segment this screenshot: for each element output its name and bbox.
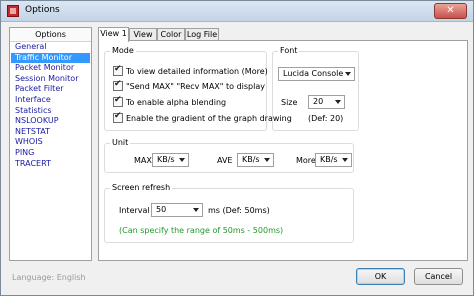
mode-option-detailed-info[interactable]: To view detailed information (More) — [113, 64, 268, 77]
tab-view-1[interactable]: View 1 — [98, 27, 129, 42]
checkbox-label: To enable alpha blending — [126, 97, 227, 107]
font-size-label: Size — [281, 98, 298, 107]
font-size-default-note: (Def: 20) — [308, 114, 344, 123]
font-family-select[interactable]: Lucida Console — [278, 67, 355, 81]
checkbox-detailed-info[interactable] — [113, 64, 123, 76]
unit-ave-label: AVE — [217, 156, 233, 165]
chevron-down-icon — [335, 100, 341, 104]
unit-max-label: MAX — [134, 156, 152, 165]
window-title: Options — [25, 5, 60, 15]
screen-refresh-group-label: Screen refresh — [110, 183, 173, 192]
unit-more-select[interactable]: KB/s — [315, 153, 352, 167]
chevron-down-icon — [193, 208, 199, 212]
unit-max-select[interactable]: KB/s — [152, 153, 189, 167]
sidebar-item-ping[interactable]: PING — [10, 148, 91, 159]
mode-group: Mode To view detailed information (More)… — [104, 46, 292, 131]
mode-option-graph-gradient[interactable]: Enable the gradient of the graph drawing — [113, 111, 292, 124]
chevron-down-icon — [342, 158, 348, 162]
sidebar-item-session-monitor[interactable]: Session Monitor — [10, 74, 91, 85]
sidebar-item-general[interactable]: General — [10, 42, 91, 53]
font-family-value: Lucida Console — [283, 69, 344, 78]
refresh-range-note: (Can specify the range of 50ms - 500ms) — [119, 226, 284, 235]
unit-ave-select[interactable]: KB/s — [237, 153, 274, 167]
options-sidebar: Options General Traffic Monitor Packet M… — [9, 27, 92, 261]
refresh-interval-select[interactable]: 50 — [151, 203, 203, 217]
cancel-button[interactable]: Cancel — [414, 268, 463, 285]
options-window: Options ✕ Options General Traffic Monito… — [0, 0, 474, 296]
unit-max-value: KB/s — [157, 155, 175, 164]
sidebar-item-tracert[interactable]: TRACERT — [10, 159, 91, 170]
unit-group-label: Unit — [110, 138, 131, 147]
checkbox-label: "Send MAX" "Recv MAX" to display — [126, 81, 265, 91]
font-group-label: Font — [278, 46, 300, 55]
refresh-interval-value: 50 — [156, 205, 167, 214]
mode-option-send-recv-max[interactable]: "Send MAX" "Recv MAX" to display — [113, 79, 265, 92]
sidebar-item-interface[interactable]: Interface — [10, 95, 91, 106]
sidebar-item-netstat[interactable]: NETSTAT — [10, 127, 91, 138]
checkbox-alpha-blending[interactable] — [113, 95, 123, 107]
sidebar-item-packet-monitor[interactable]: Packet Monitor — [10, 63, 91, 74]
refresh-interval-label: Interval — [119, 206, 150, 215]
unit-more-value: KB/s — [320, 155, 338, 164]
checkbox-label: Enable the gradient of the graph drawing — [126, 113, 292, 123]
sidebar-item-nslookup[interactable]: NSLOOKUP — [10, 116, 91, 127]
checkbox-label: To view detailed information (More) — [126, 66, 268, 76]
chevron-down-icon — [264, 158, 270, 162]
language-label: Language: English — [12, 273, 86, 282]
chevron-down-icon — [345, 72, 351, 76]
checkbox-send-recv-max[interactable] — [113, 79, 123, 91]
view-1-panel: Mode To view detailed information (More)… — [98, 40, 468, 261]
unit-more-label: More — [296, 156, 316, 165]
app-icon — [7, 5, 19, 17]
sidebar-item-whois[interactable]: WHOIS — [10, 137, 91, 148]
mode-option-alpha-blending[interactable]: To enable alpha blending — [113, 95, 227, 108]
font-size-select[interactable]: 20 — [308, 95, 345, 109]
screen-refresh-group: Screen refresh Interval 50 ms (Def: 50ms… — [104, 183, 354, 243]
refresh-interval-default-note: ms (Def: 50ms) — [208, 206, 270, 215]
title-bar[interactable]: Options ✕ — [1, 1, 473, 22]
chevron-down-icon — [179, 158, 185, 162]
unit-group: Unit MAX KB/s AVE KB/s More KB/s — [104, 138, 354, 173]
checkbox-graph-gradient[interactable] — [113, 111, 123, 123]
sidebar-header[interactable]: Options — [10, 28, 91, 42]
ok-button[interactable]: OK — [356, 268, 405, 285]
font-size-value: 20 — [313, 97, 324, 106]
sidebar-item-statistics[interactable]: Statistics — [10, 106, 91, 117]
close-button[interactable]: ✕ — [434, 3, 467, 19]
unit-ave-value: KB/s — [242, 155, 260, 164]
font-group: Font Lucida Console Size 20 (Def: 20) — [272, 46, 359, 131]
mode-group-label: Mode — [110, 46, 136, 55]
sidebar-item-packet-filter[interactable]: Packet Filter — [10, 84, 91, 95]
sidebar-item-traffic-monitor[interactable]: Traffic Monitor — [11, 52, 90, 64]
